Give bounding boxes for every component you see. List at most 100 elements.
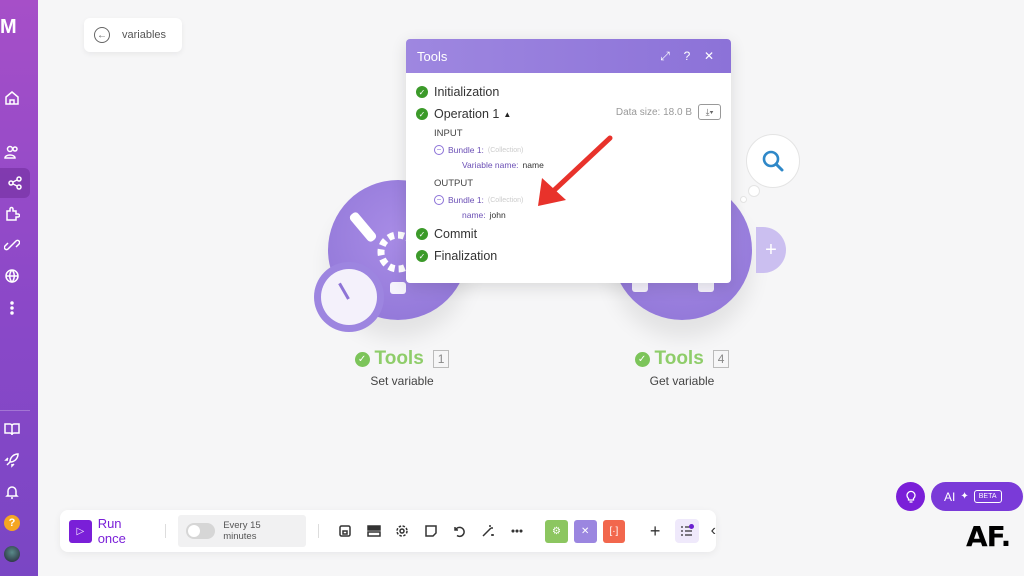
- bundle-label: Bundle 1:: [448, 195, 484, 205]
- tools-tile-button[interactable]: ⚙: [545, 519, 568, 543]
- run-once-button[interactable]: ▷ Run once: [69, 516, 153, 546]
- panel-header: Tools ⤢ ? ✕: [406, 39, 731, 73]
- collapse-icon[interactable]: −: [434, 145, 444, 155]
- step-label: Commit: [434, 227, 478, 241]
- search-icon: [762, 150, 784, 172]
- explain-flow-button[interactable]: [674, 519, 699, 543]
- gear-icon: ⚙: [551, 525, 561, 537]
- watermark: AF.: [966, 520, 1011, 553]
- output-bundle[interactable]: − Bundle 1: (Collection): [406, 193, 731, 207]
- home-icon: [5, 91, 19, 105]
- step-initialization[interactable]: ✓ Initialization: [406, 81, 731, 103]
- field-value: john: [489, 210, 506, 220]
- settings-button[interactable]: [388, 519, 417, 543]
- flow-control-tile-button[interactable]: ✕: [573, 519, 597, 543]
- more-vertical-icon: [10, 301, 14, 315]
- step-finalization[interactable]: ✓ Finalization: [406, 245, 731, 267]
- help-icon[interactable]: ?: [676, 49, 698, 63]
- undo-button[interactable]: [445, 519, 474, 543]
- download-dropdown-button[interactable]: ⤓▾: [698, 104, 721, 120]
- collapse-icon[interactable]: −: [434, 195, 444, 205]
- auto-align-button[interactable]: [474, 519, 503, 543]
- schedule-clock-icon[interactable]: [314, 262, 384, 332]
- link-icon: [4, 239, 20, 251]
- undo-icon: [454, 526, 466, 538]
- sidebar-item-more[interactable]: [0, 296, 24, 320]
- close-icon[interactable]: ✕: [698, 49, 720, 63]
- step-commit[interactable]: ✓ Commit: [406, 223, 731, 245]
- sidebar-item-whats-new[interactable]: [0, 448, 24, 472]
- collapse-toolbar-chevron-icon[interactable]: ‹: [711, 522, 716, 540]
- step-label: Initialization: [434, 85, 500, 99]
- field-key: Variable name:: [462, 160, 519, 170]
- output-field: name: john: [406, 207, 731, 223]
- field-key: name:: [462, 210, 486, 220]
- lightbulb-icon: [905, 490, 916, 503]
- module-label-1: ✓ Tools 1 Set variable: [312, 348, 492, 388]
- inspect-bubble[interactable]: [746, 134, 800, 188]
- add-button[interactable]: +: [643, 521, 667, 542]
- divider: [164, 524, 166, 538]
- ai-assistant-button[interactable]: AI ✦ BETA: [931, 482, 1023, 511]
- success-check-icon: ✓: [416, 108, 428, 120]
- tools-cross-icon: ✕: [580, 525, 590, 537]
- book-icon: [4, 423, 20, 436]
- play-icon: ▷: [69, 519, 92, 543]
- bell-icon: [5, 486, 19, 499]
- module-label-4: ✓ Tools 4 Get variable: [592, 348, 772, 388]
- ai-label: AI: [944, 489, 956, 504]
- scenario-name: variables: [122, 29, 167, 41]
- sidebar-item-home[interactable]: [0, 86, 24, 110]
- schedule-toggle[interactable]: [185, 523, 216, 539]
- data-size-label: Data size: 18.0 B: [615, 106, 692, 118]
- expand-icon[interactable]: ⤢: [654, 49, 676, 64]
- text-parser-tile-button[interactable]: [·]: [602, 519, 626, 543]
- success-check-icon: ✓: [634, 351, 650, 367]
- run-once-label: Run once: [97, 516, 126, 546]
- more-button[interactable]: [502, 519, 531, 543]
- bundle-type: (Collection): [487, 146, 524, 154]
- magic-wand-icon: [482, 525, 495, 537]
- module-action: Set variable: [370, 374, 434, 388]
- sidebar-item-webhooks[interactable]: [0, 264, 24, 288]
- module-number: 1: [432, 350, 450, 368]
- sidebar-item-docs[interactable]: [0, 417, 24, 441]
- users-icon: [4, 145, 18, 159]
- checklist-icon: [680, 526, 692, 536]
- step-label: Operation 1: [434, 107, 500, 121]
- sidebar-item-templates[interactable]: [0, 202, 24, 226]
- scenario-settings-layout-button[interactable]: [359, 519, 388, 543]
- arrow-left-icon: ←: [94, 27, 110, 43]
- input-heading: INPUT: [434, 128, 463, 139]
- tips-button[interactable]: [896, 482, 925, 511]
- gear-icon: [396, 525, 408, 537]
- sidebar-item-team[interactable]: [0, 140, 24, 164]
- scenario-toolbar: ▷ Run once Every 15 minutes ⚙ ✕ [·] + ‹: [60, 510, 716, 552]
- caret-up-icon: ▲: [503, 109, 512, 119]
- bubble-dot: [748, 185, 760, 197]
- avatar: [4, 546, 20, 562]
- help-icon: ?: [4, 515, 20, 531]
- success-check-icon: ✓: [416, 250, 428, 262]
- more-horizontal-icon: [511, 529, 523, 533]
- sidebar-item-help[interactable]: ?: [0, 511, 24, 535]
- module-app-name: Tools: [654, 348, 704, 369]
- input-field: Variable name: name: [406, 157, 731, 173]
- notes-button[interactable]: [417, 519, 446, 543]
- sidebar-item-profile[interactable]: [0, 542, 24, 566]
- input-bundle[interactable]: − Bundle 1: (Collection): [406, 143, 731, 157]
- divider: [317, 524, 319, 538]
- brackets-icon: [·]: [609, 525, 619, 537]
- rocket-icon: [4, 453, 19, 468]
- module-action: Get variable: [649, 374, 715, 388]
- add-module-button[interactable]: +: [756, 227, 786, 273]
- save-button[interactable]: [331, 519, 360, 543]
- schedule-label[interactable]: Every 15 minutes: [223, 520, 295, 542]
- sidebar-item-notifications[interactable]: [0, 480, 24, 504]
- sidebar-item-connections[interactable]: [0, 233, 24, 257]
- puzzle-icon: [6, 206, 20, 221]
- sidebar-item-scenarios[interactable]: [0, 168, 30, 198]
- make-logo[interactable]: M: [0, 16, 30, 38]
- back-to-scenarios-button[interactable]: ← variables: [84, 18, 182, 52]
- schedule-control: Every 15 minutes: [177, 515, 306, 547]
